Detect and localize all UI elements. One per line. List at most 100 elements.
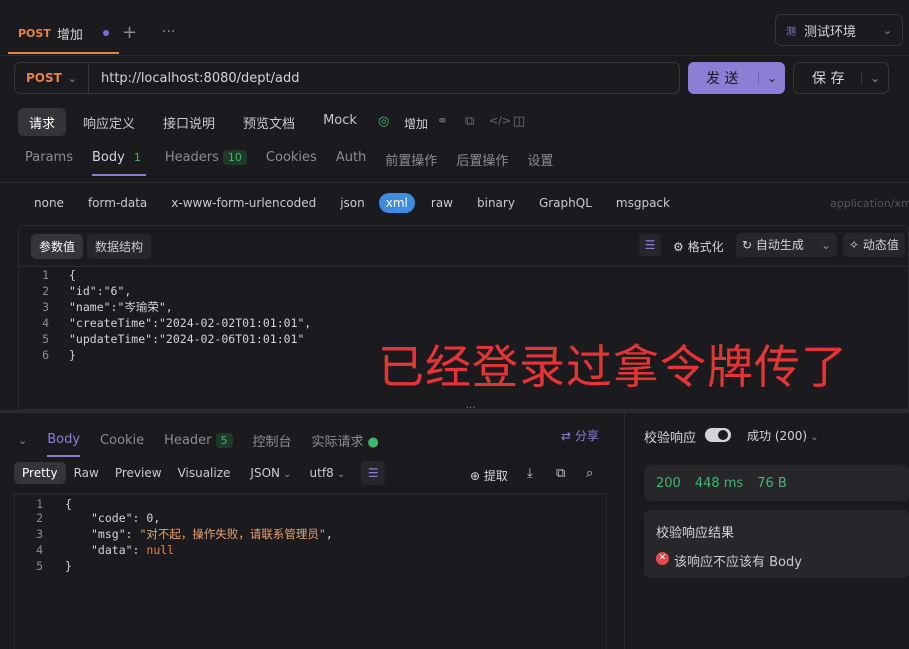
- tab-auth[interactable]: Auth: [336, 150, 366, 176]
- wrap-icon[interactable]: ☰: [639, 234, 661, 256]
- dynamic-value-button[interactable]: ✧ 动态值: [843, 233, 905, 257]
- method-label: POST: [25, 71, 62, 85]
- tab-response-header[interactable]: Header 5: [164, 433, 233, 448]
- collapse-icon[interactable]: ⌄: [18, 434, 27, 447]
- view-raw[interactable]: Raw: [66, 462, 107, 484]
- verify-toggle[interactable]: [705, 428, 731, 442]
- send-button[interactable]: 发 送 ⌄: [688, 62, 785, 94]
- verify-status: 成功 (200): [747, 429, 808, 443]
- url-input[interactable]: http://localhost:8080/dept/add: [101, 71, 299, 86]
- json-key: "msg": [91, 527, 126, 541]
- chevron-down-icon: ⌄: [882, 23, 892, 37]
- tab-api-doc[interactable]: 接口说明: [152, 108, 226, 136]
- url-bar: POST ⌄ http://localhost:8080/dept/add: [14, 62, 680, 94]
- method-select[interactable]: POST ⌄: [15, 63, 89, 93]
- tab-title: 增加: [56, 27, 83, 43]
- chevron-down-icon[interactable]: ⌄: [757, 71, 777, 85]
- code-text: "name":"岑瑜荣",: [69, 300, 173, 314]
- environment-select[interactable]: 测 测试环境 ⌄: [775, 14, 903, 46]
- save-button[interactable]: 保 存 ⌄: [793, 62, 889, 94]
- code-text: "id":"6",: [69, 284, 132, 298]
- encoding-select[interactable]: utf8 ⌄: [304, 462, 352, 484]
- tab-schema[interactable]: 数据结构: [87, 233, 152, 259]
- verify-status-select[interactable]: 成功 (200) ⌄: [747, 427, 819, 444]
- tab-actual-request[interactable]: 实际请求 ●: [312, 431, 379, 450]
- link-icon[interactable]: ⚭: [437, 114, 448, 129]
- encoding-value: utf8: [309, 466, 334, 480]
- chevron-down-icon[interactable]: ⌄: [821, 233, 831, 257]
- code-line: 3 "name":"岑瑜荣",: [19, 299, 908, 315]
- tab-request[interactable]: 请求: [18, 108, 67, 136]
- code-text: {: [65, 497, 72, 511]
- add-tab-button[interactable]: +: [122, 22, 137, 43]
- tab-response-def[interactable]: 响应定义: [72, 108, 146, 136]
- tab-response-body[interactable]: Body: [47, 432, 81, 457]
- layout-icon[interactable]: ◫: [513, 114, 525, 129]
- status-dot-icon: ●: [367, 435, 379, 450]
- json-punct: ,: [153, 511, 161, 525]
- search-icon[interactable]: ⌕: [586, 466, 593, 481]
- tab-params[interactable]: Params: [25, 150, 73, 176]
- tab-response-cookie[interactable]: Cookie: [100, 433, 144, 448]
- view-pretty[interactable]: Pretty: [14, 462, 66, 484]
- tab-headers[interactable]: Headers 10: [165, 150, 247, 176]
- body-type-form-data[interactable]: form-data: [88, 196, 147, 210]
- tab-preview-doc[interactable]: 预览文档: [232, 108, 306, 136]
- format-value: JSON: [250, 466, 280, 480]
- code-line: 5}: [15, 558, 606, 574]
- body-type-none[interactable]: none: [34, 196, 64, 210]
- body-type-graphql[interactable]: GraphQL: [539, 196, 592, 210]
- request-tab[interactable]: POST 增加: [8, 14, 119, 54]
- tab-pre-ops[interactable]: 前置操作: [385, 150, 437, 176]
- tab-body-label: Body: [91, 150, 125, 165]
- format-icon: ⚙: [673, 240, 688, 254]
- globe-icon: ◎: [378, 114, 390, 129]
- extract-label: 提取: [483, 469, 508, 483]
- body-type-raw[interactable]: raw: [431, 196, 453, 210]
- code-icon[interactable]: </>: [489, 114, 511, 127]
- body-type-selector: none form-data x-www-form-urlencoded jso…: [34, 193, 694, 213]
- headers-count-badge: 10: [222, 150, 247, 165]
- tab-headers-label: Headers: [164, 150, 219, 165]
- tab-param-values[interactable]: 参数值: [31, 233, 84, 259]
- share-button[interactable]: ⇄ 分享: [561, 427, 599, 444]
- verify-title: 校验响应: [644, 431, 697, 446]
- body-count-badge: 1: [133, 151, 141, 164]
- response-size: 76 B: [757, 475, 787, 491]
- refresh-icon: ↻: [742, 238, 756, 252]
- extract-button[interactable]: ⊕ 提取: [470, 467, 508, 484]
- tab-settings[interactable]: 设置: [527, 150, 553, 176]
- view-preview[interactable]: Preview: [107, 462, 170, 484]
- body-type-json[interactable]: json: [340, 196, 365, 210]
- tab-mock[interactable]: Mock: [312, 108, 368, 136]
- tab-cookies[interactable]: Cookies: [266, 150, 317, 176]
- copy-icon[interactable]: ⧉: [465, 114, 474, 129]
- format-select[interactable]: JSON ⌄: [244, 462, 297, 484]
- extract-icon: ⊕: [470, 469, 484, 483]
- format-label: 格式化: [687, 240, 724, 254]
- wrap-icon[interactable]: ☰: [361, 461, 386, 485]
- chevron-down-icon[interactable]: ⌄: [860, 71, 880, 85]
- line-number: 3: [36, 527, 43, 541]
- download-icon[interactable]: ⤓: [527, 466, 533, 481]
- code-text: "createTime":"2024-02-02T01:01:01",: [69, 316, 312, 330]
- response-code-area[interactable]: 1{ 2 "code": 0, 3 "msg": "对不起，操作失败，请联系管理员"…: [14, 493, 607, 649]
- dynamic-label: 动态值: [862, 238, 899, 252]
- body-type-xml[interactable]: xml: [378, 193, 415, 213]
- body-type-urlencoded[interactable]: x-www-form-urlencoded: [171, 196, 316, 210]
- error-icon: ✕: [656, 552, 669, 565]
- line-number: 3: [42, 300, 49, 314]
- autogen-button[interactable]: ↻ 自动生成 ⌄: [736, 233, 837, 257]
- view-visualize[interactable]: Visualize: [170, 462, 239, 484]
- tab-body[interactable]: Body 1: [91, 150, 146, 176]
- tab-console[interactable]: 控制台: [253, 431, 292, 450]
- tab-bar: POST 增加 + ··· 测 测试环境 ⌄: [0, 0, 909, 56]
- more-tabs-button[interactable]: ···: [162, 24, 175, 40]
- format-button[interactable]: ⚙ 格式化: [673, 238, 724, 255]
- endpoint-name: 增加: [404, 117, 429, 131]
- body-type-binary[interactable]: binary: [477, 196, 515, 210]
- body-type-msgpack[interactable]: msgpack: [616, 196, 670, 210]
- tab-post-ops[interactable]: 后置操作: [456, 150, 508, 176]
- drag-handle-icon[interactable]: ···: [466, 403, 476, 414]
- copy-icon[interactable]: ⧉: [556, 466, 565, 481]
